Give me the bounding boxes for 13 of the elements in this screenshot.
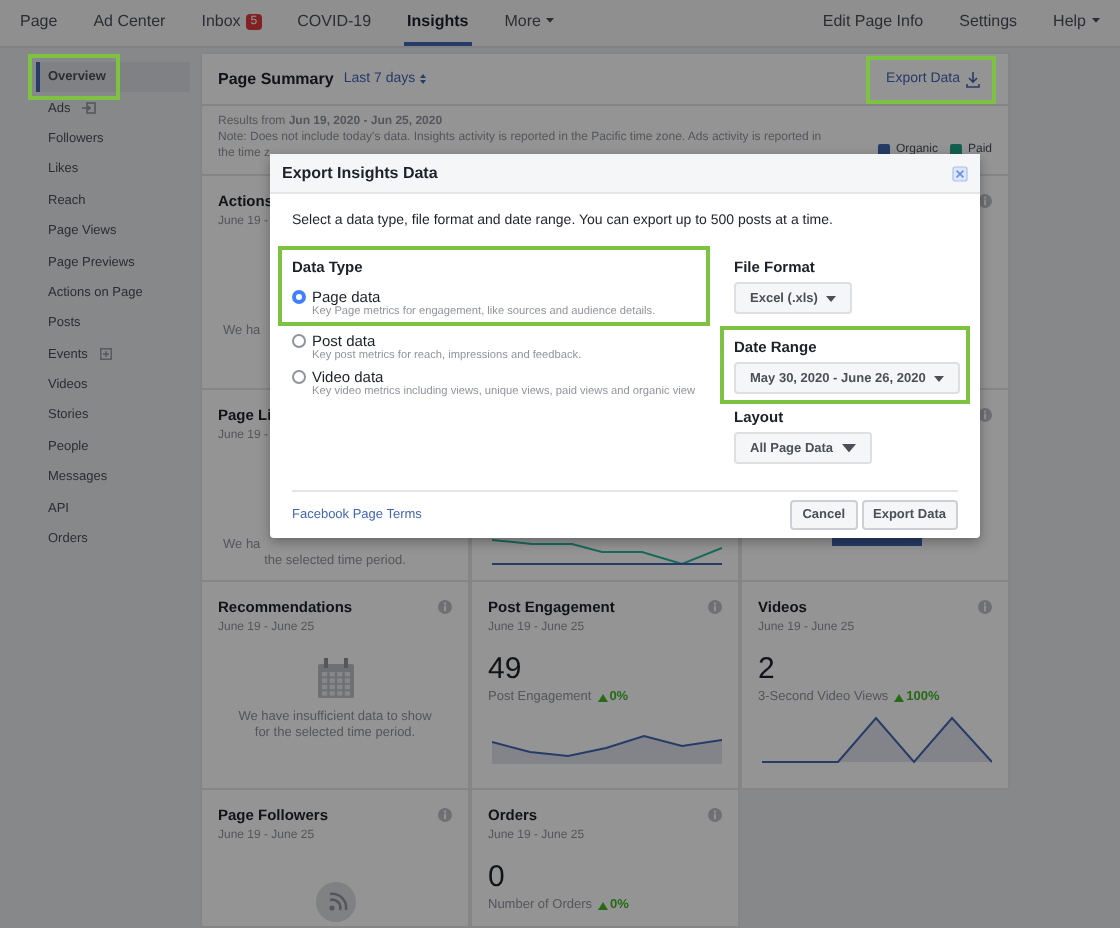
nav-tab[interactable]: More [500,0,559,46]
nav-tab[interactable]: COVID-19 [293,0,376,46]
nav-link[interactable]: Edit Page Info [818,0,928,46]
metric-value: 2 [758,652,775,686]
section-title: Page Summary [218,70,334,88]
nav-link[interactable]: Settings [955,0,1022,46]
nav-tab[interactable]: Insights [403,0,473,46]
metric-value: 0 [488,860,505,894]
dialog-title: Export Insights Data [282,164,438,182]
nav-tab[interactable]: Ad Center [89,0,170,46]
metric-value: 49 [488,652,522,686]
nav-link[interactable]: Help [1049,0,1104,46]
nav-tab[interactable]: Page [16,0,62,46]
